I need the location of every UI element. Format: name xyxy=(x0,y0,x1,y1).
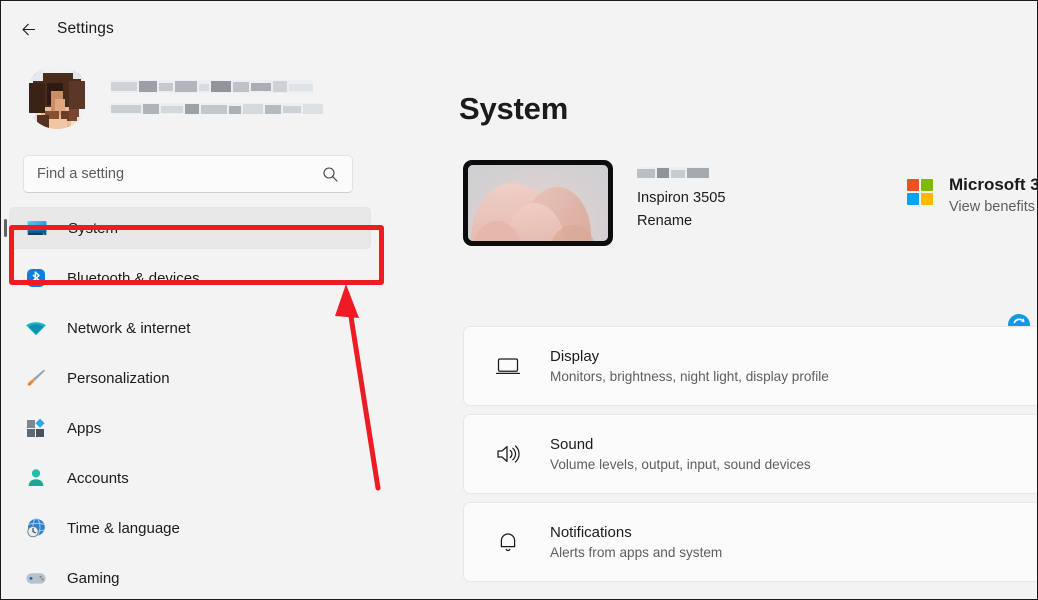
clock-globe-icon xyxy=(23,516,49,540)
sidebar-item-personalization[interactable]: Personalization xyxy=(9,357,371,399)
sidebar-item-gaming[interactable]: Gaming xyxy=(9,557,371,599)
view-benefits-link[interactable]: View benefits xyxy=(949,199,1037,215)
sidebar-item-label: Accounts xyxy=(67,469,129,487)
avatar xyxy=(25,65,89,129)
sidebar-item-system[interactable]: System xyxy=(4,207,371,249)
sidebar-item-time-language[interactable]: Time & language xyxy=(9,507,371,549)
user-email-redacted xyxy=(111,102,323,114)
settings-cards: Display Monitors, brightness, night ligh… xyxy=(463,326,1037,590)
paintbrush-icon xyxy=(23,366,49,390)
sidebar-item-apps[interactable]: Apps xyxy=(9,407,371,449)
sidebar-item-label: Network & internet xyxy=(67,319,191,337)
card-subtitle: Alerts from apps and system xyxy=(550,545,723,560)
sidebar-item-label: Bluetooth & devices xyxy=(67,269,200,287)
settings-window: Settings Find a setting System Bluetooth… xyxy=(0,0,1038,600)
card-subtitle: Monitors, brightness, night light, displ… xyxy=(550,369,829,384)
user-profile[interactable] xyxy=(25,65,387,129)
search-box[interactable] xyxy=(23,155,353,193)
sidebar-item-bluetooth-devices[interactable]: Bluetooth & devices xyxy=(9,257,371,299)
device-model: Inspiron 3505 xyxy=(637,190,726,206)
back-arrow-icon xyxy=(21,23,35,35)
card-notifications[interactable]: Notifications Alerts from apps and syste… xyxy=(463,502,1037,582)
device-meta: Inspiron 3505 Rename xyxy=(637,160,725,229)
person-icon xyxy=(23,466,49,490)
sidebar-item-label: Apps xyxy=(67,419,102,437)
gaming-icon xyxy=(23,566,49,590)
speaker-icon xyxy=(492,440,524,468)
title-bar: Settings xyxy=(1,1,1037,57)
card-title: Sound xyxy=(550,436,594,453)
sidebar-item-label: System xyxy=(68,219,119,237)
device-wallpaper-thumbnail xyxy=(463,160,613,246)
device-name-redacted xyxy=(637,166,709,178)
sidebar-item-label: Gaming xyxy=(67,569,120,587)
sidebar: System Bluetooth & devices xyxy=(1,57,387,599)
card-title: Display xyxy=(550,348,600,365)
display-icon xyxy=(492,352,524,380)
search-input[interactable] xyxy=(24,166,322,182)
search-icon xyxy=(322,166,339,183)
main-content: System Inspiron 3505 Rename Microsoft Vi… xyxy=(387,57,1037,599)
wifi-icon xyxy=(23,316,49,340)
card-subtitle: Volume levels, output, input, sound devi… xyxy=(550,457,811,472)
bell-icon xyxy=(492,528,524,556)
sidebar-item-network-internet[interactable]: Network & internet xyxy=(9,307,371,349)
rename-button[interactable]: Rename xyxy=(637,213,725,229)
microsoft365-promo[interactable]: Microsoft 365 View benefits xyxy=(907,175,1037,215)
sidebar-item-label: Personalization xyxy=(67,369,170,387)
profile-text xyxy=(111,80,323,114)
back-button[interactable] xyxy=(11,12,45,46)
apps-icon xyxy=(23,416,49,440)
app-title: Settings xyxy=(57,20,114,37)
microsoft365-title: Microsoft 365 xyxy=(949,175,1037,194)
card-display[interactable]: Display Monitors, brightness, night ligh… xyxy=(463,326,1037,406)
user-name-redacted xyxy=(111,80,313,93)
sidebar-nav: System Bluetooth & devices Network & int… xyxy=(1,207,387,599)
card-title: Notifications xyxy=(550,524,632,541)
page-title: System xyxy=(459,91,569,126)
sidebar-item-accounts[interactable]: Accounts xyxy=(9,457,371,499)
monitor-icon xyxy=(24,216,50,240)
microsoft-logo xyxy=(907,179,933,205)
bluetooth-icon xyxy=(23,266,49,290)
card-sound[interactable]: Sound Volume levels, output, input, soun… xyxy=(463,414,1037,494)
sidebar-item-label: Time & language xyxy=(67,519,180,537)
